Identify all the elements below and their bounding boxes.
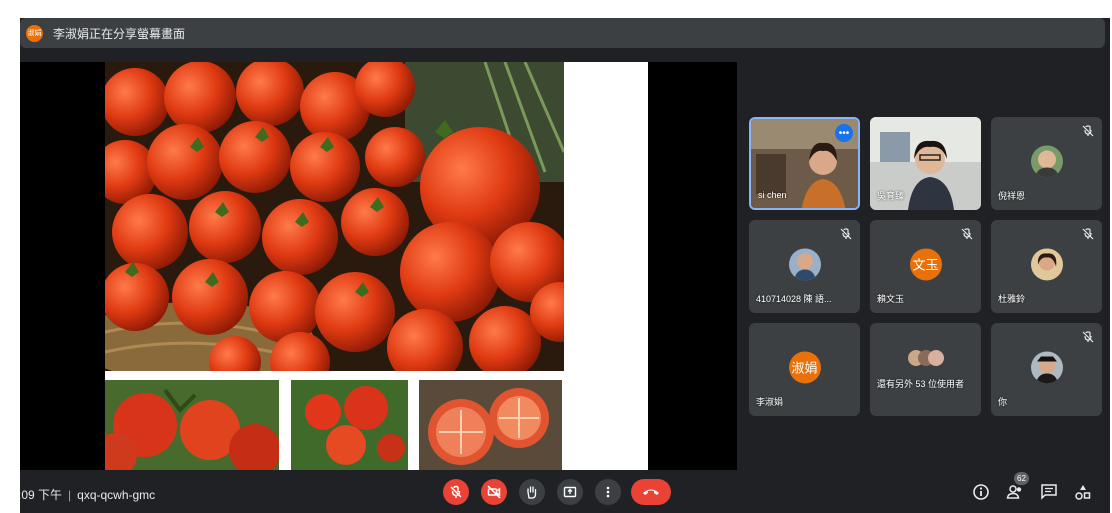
meeting-code: qxq-qcwh-gmc — [77, 488, 156, 502]
participant-name: 你 — [998, 397, 1008, 407]
mic-off-icon — [1082, 228, 1094, 240]
participant-avatar — [1030, 350, 1063, 383]
camera-off-icon — [487, 485, 501, 499]
participant-avatar: 文玉 — [909, 247, 942, 280]
chat-icon[interactable] — [1040, 483, 1058, 501]
hang-up-icon — [643, 489, 659, 495]
clock-time: :09 下午 — [20, 488, 63, 502]
slide — [105, 62, 648, 470]
participant-tile[interactable]: 你 — [991, 323, 1102, 416]
participant-tile[interactable]: 倪祥恩 — [991, 117, 1102, 210]
participant-avatar — [1030, 247, 1063, 280]
leave-call-button[interactable] — [631, 479, 671, 505]
participant-avatar — [788, 247, 821, 280]
mic-off-icon — [961, 228, 973, 240]
participant-name: 李淑娟 — [756, 397, 784, 407]
presenter-avatar: 淑娟 — [26, 24, 43, 42]
present-button[interactable] — [557, 479, 583, 505]
shared-screen[interactable] — [20, 62, 737, 470]
mic-off-icon — [1082, 331, 1094, 343]
mic-toggle-button[interactable] — [443, 479, 469, 505]
participant-name: 吳育臻 — [877, 191, 905, 201]
info-icon[interactable] — [972, 483, 990, 501]
raise-hand-icon — [527, 486, 537, 499]
meeting-info: :09 下午 | qxq-qcwh-gmc — [20, 486, 155, 503]
tomato-photo-vine — [105, 380, 279, 470]
participant-name: 倪祥恩 — [998, 191, 1026, 201]
participant-tile[interactable]: 淑娟 李淑娟 — [749, 323, 860, 416]
others-count-label: 還有另外 53 位使用者 — [877, 379, 965, 389]
people-icon[interactable] — [1006, 483, 1024, 501]
control-bar: :09 下午 | qxq-qcwh-gmc 62 — [20, 472, 1110, 513]
participant-name: 410714028 陳 語... — [756, 294, 832, 304]
participant-tile[interactable]: 杜雅鈴 — [991, 220, 1102, 313]
participant-name: 杜雅鈴 — [998, 294, 1026, 304]
participant-avatar — [1030, 144, 1063, 177]
more-options-icon — [606, 486, 610, 498]
participant-name: si chen — [758, 190, 787, 200]
sharing-banner-text: 李淑娟正在分享螢幕畫面 — [53, 26, 186, 41]
participant-tile[interactable]: 吳育臻 — [870, 117, 981, 210]
participant-avatar: 淑娟 — [788, 350, 821, 383]
more-options-icon[interactable]: ••• — [835, 124, 853, 142]
participant-tile[interactable]: 410714028 陳 語... — [749, 220, 860, 313]
present-icon — [563, 486, 577, 498]
raise-hand-button[interactable] — [519, 479, 545, 505]
tomato-photo-plant — [291, 380, 408, 470]
mic-off-icon — [450, 485, 462, 498]
tomato-photo-sliced — [419, 380, 562, 470]
others-tile[interactable]: 還有另外 53 位使用者 — [870, 323, 981, 416]
group-avatars — [908, 347, 944, 369]
people-count-badge: 62 — [1014, 472, 1029, 485]
sharing-banner: 淑娟 李淑娟正在分享螢幕畫面 — [20, 18, 1105, 48]
mic-off-icon — [840, 228, 852, 240]
participant-tile[interactable]: ••• si chen — [749, 117, 860, 210]
mic-off-icon — [1082, 125, 1094, 137]
participant-name: 賴文玉 — [877, 294, 905, 304]
activities-icon[interactable] — [1074, 483, 1092, 501]
meet-window: 淑娟 李淑娟正在分享螢幕畫面 ••• si chen 吳育臻 倪祥恩 41071… — [20, 18, 1110, 513]
participant-tile[interactable]: 文玉 賴文玉 — [870, 220, 981, 313]
separator: | — [68, 488, 72, 502]
tomato-photo-main — [105, 62, 564, 371]
camera-toggle-button[interactable] — [481, 479, 507, 505]
more-options-button[interactable] — [595, 479, 621, 505]
